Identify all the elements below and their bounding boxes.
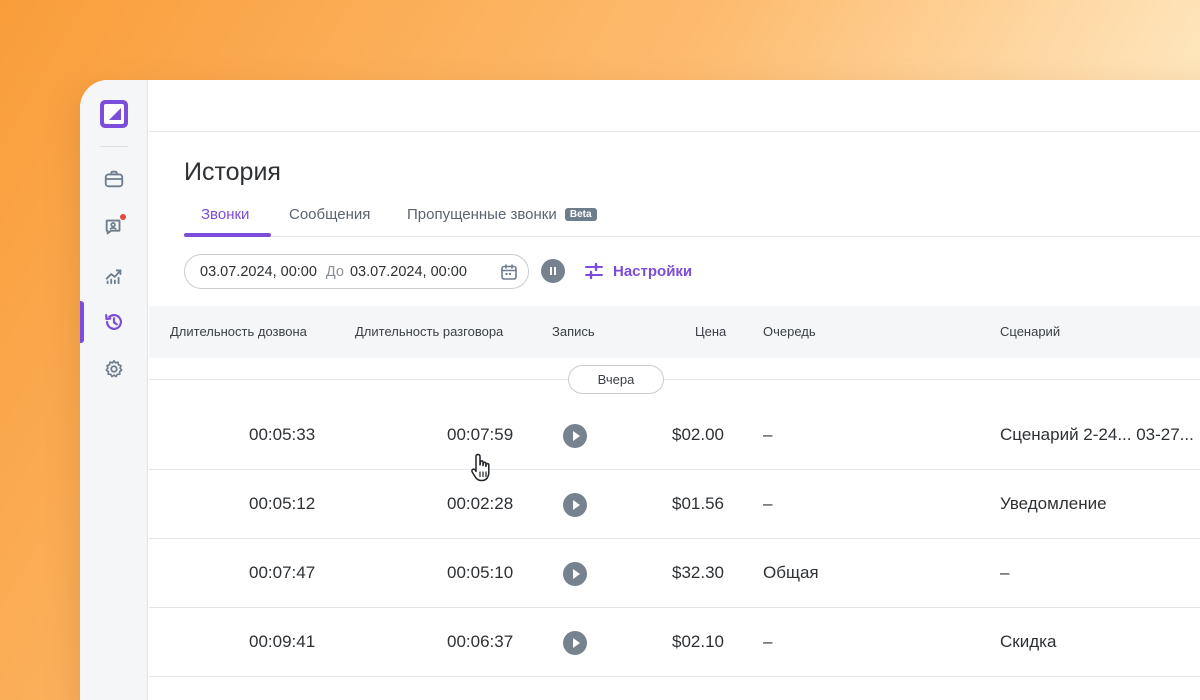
play-recording-button[interactable] — [563, 562, 587, 586]
beta-badge: Beta — [564, 208, 597, 221]
price-cell: $02.10 — [672, 632, 724, 651]
play-recording-button[interactable] — [563, 631, 587, 655]
sidebar-divider — [100, 146, 128, 147]
settings-button[interactable]: Настройки — [584, 260, 692, 282]
scenario-cell: Сценарий 2-24... 03-27... — [1000, 425, 1194, 444]
queue-cell: – — [763, 494, 773, 513]
queue-cell: Общая — [763, 563, 819, 582]
settings-label: Настройки — [613, 262, 693, 280]
date-range-picker[interactable]: 03.07.2024, 00:00 До 03.07.2024, 00:00 — [184, 254, 529, 289]
column-header-talk-duration[interactable]: Длительность разговора — [355, 324, 503, 339]
sidebar — [80, 80, 148, 700]
play-recording-button[interactable] — [563, 493, 587, 517]
nav-item-analytics[interactable] — [80, 254, 148, 296]
nav-item-projects[interactable] — [80, 158, 148, 200]
scenario-cell: – — [1000, 563, 1010, 582]
briefcase-icon — [104, 170, 124, 188]
price-cell: $02.00 — [672, 425, 724, 444]
notification-dot — [120, 214, 126, 220]
date-group-label: Вчера — [568, 365, 664, 394]
sliders-icon — [585, 262, 603, 280]
tab-missed-calls[interactable]: Пропущенные звонки Beta — [407, 206, 597, 223]
talk-duration-cell: 00:02:28 — [447, 494, 514, 513]
queue-cell: – — [763, 425, 773, 444]
column-header-recording[interactable]: Запись — [552, 324, 595, 339]
nav-item-contacts[interactable] — [80, 206, 148, 248]
talk-duration-cell: 00:06:37 — [447, 632, 514, 651]
top-bar — [149, 80, 1200, 132]
price-cell: $01.56 — [672, 494, 724, 513]
nav-item-history[interactable] — [80, 301, 148, 343]
play-recording-button[interactable] — [563, 424, 587, 448]
tab-messages[interactable]: Сообщения — [289, 206, 370, 223]
table-row[interactable]: 00:09:41 00:06:37 $02.10 – Скидка — [149, 608, 1200, 677]
analytics-icon — [105, 269, 122, 285]
column-header-queue[interactable]: Очередь — [763, 324, 816, 339]
date-from: 03.07.2024, 00:00 — [200, 263, 317, 280]
ring-duration-cell: 00:05:33 — [249, 425, 316, 444]
table-row[interactable]: 00:07:47 00:05:10 $32.30 Общая – — [149, 539, 1200, 608]
ring-duration-cell: 00:07:47 — [249, 563, 316, 582]
date-to: 03.07.2024, 00:00 — [349, 263, 467, 280]
ring-duration-cell: 00:09:41 — [249, 632, 316, 651]
column-header-price[interactable]: Цена — [695, 324, 726, 339]
tabs: Звонки Сообщения Пропущенные звонки Beta — [184, 202, 1200, 237]
app-logo[interactable] — [98, 98, 130, 130]
tab-calls[interactable]: Звонки — [201, 206, 249, 223]
hand-cursor-icon — [471, 453, 490, 482]
column-header-scenario[interactable]: Сценарий — [1000, 324, 1060, 339]
pause-button[interactable] — [541, 259, 565, 283]
tab-calls-label: Звонки — [201, 206, 250, 223]
ring-duration-cell: 00:05:12 — [249, 494, 316, 513]
gear-icon — [105, 359, 123, 378]
table-header: Длительность дозвона Длительность разгов… — [149, 306, 1200, 358]
page-title: История — [184, 158, 281, 186]
history-icon — [105, 314, 122, 330]
price-cell: $32.30 — [672, 563, 724, 582]
group-divider — [149, 379, 1200, 380]
tab-messages-label: Сообщения — [289, 206, 371, 223]
active-tab-indicator — [184, 233, 271, 237]
calendar-icon[interactable] — [500, 263, 518, 281]
table-row[interactable]: 00:05:33 00:07:59 $02.00 – Сценарий 2-24… — [149, 401, 1200, 470]
scenario-cell: Уведомление — [1000, 494, 1107, 513]
scenario-cell: Скидка — [1000, 632, 1057, 651]
app-window: История Звонки Сообщения Пропущенные зво… — [80, 80, 1200, 700]
table-row[interactable]: 00:05:12 00:02:28 $01.56 – Уведомление — [149, 470, 1200, 539]
talk-duration-cell: 00:05:10 — [447, 563, 514, 582]
tab-missed-calls-label: Пропущенные звонки — [407, 206, 557, 223]
column-header-ring-duration[interactable]: Длительность дозвона — [170, 324, 307, 339]
nav-item-settings[interactable] — [80, 348, 148, 390]
queue-cell: – — [763, 632, 773, 651]
talk-duration-cell: 00:07:59 — [447, 425, 514, 444]
date-range-separator: До — [325, 263, 344, 280]
